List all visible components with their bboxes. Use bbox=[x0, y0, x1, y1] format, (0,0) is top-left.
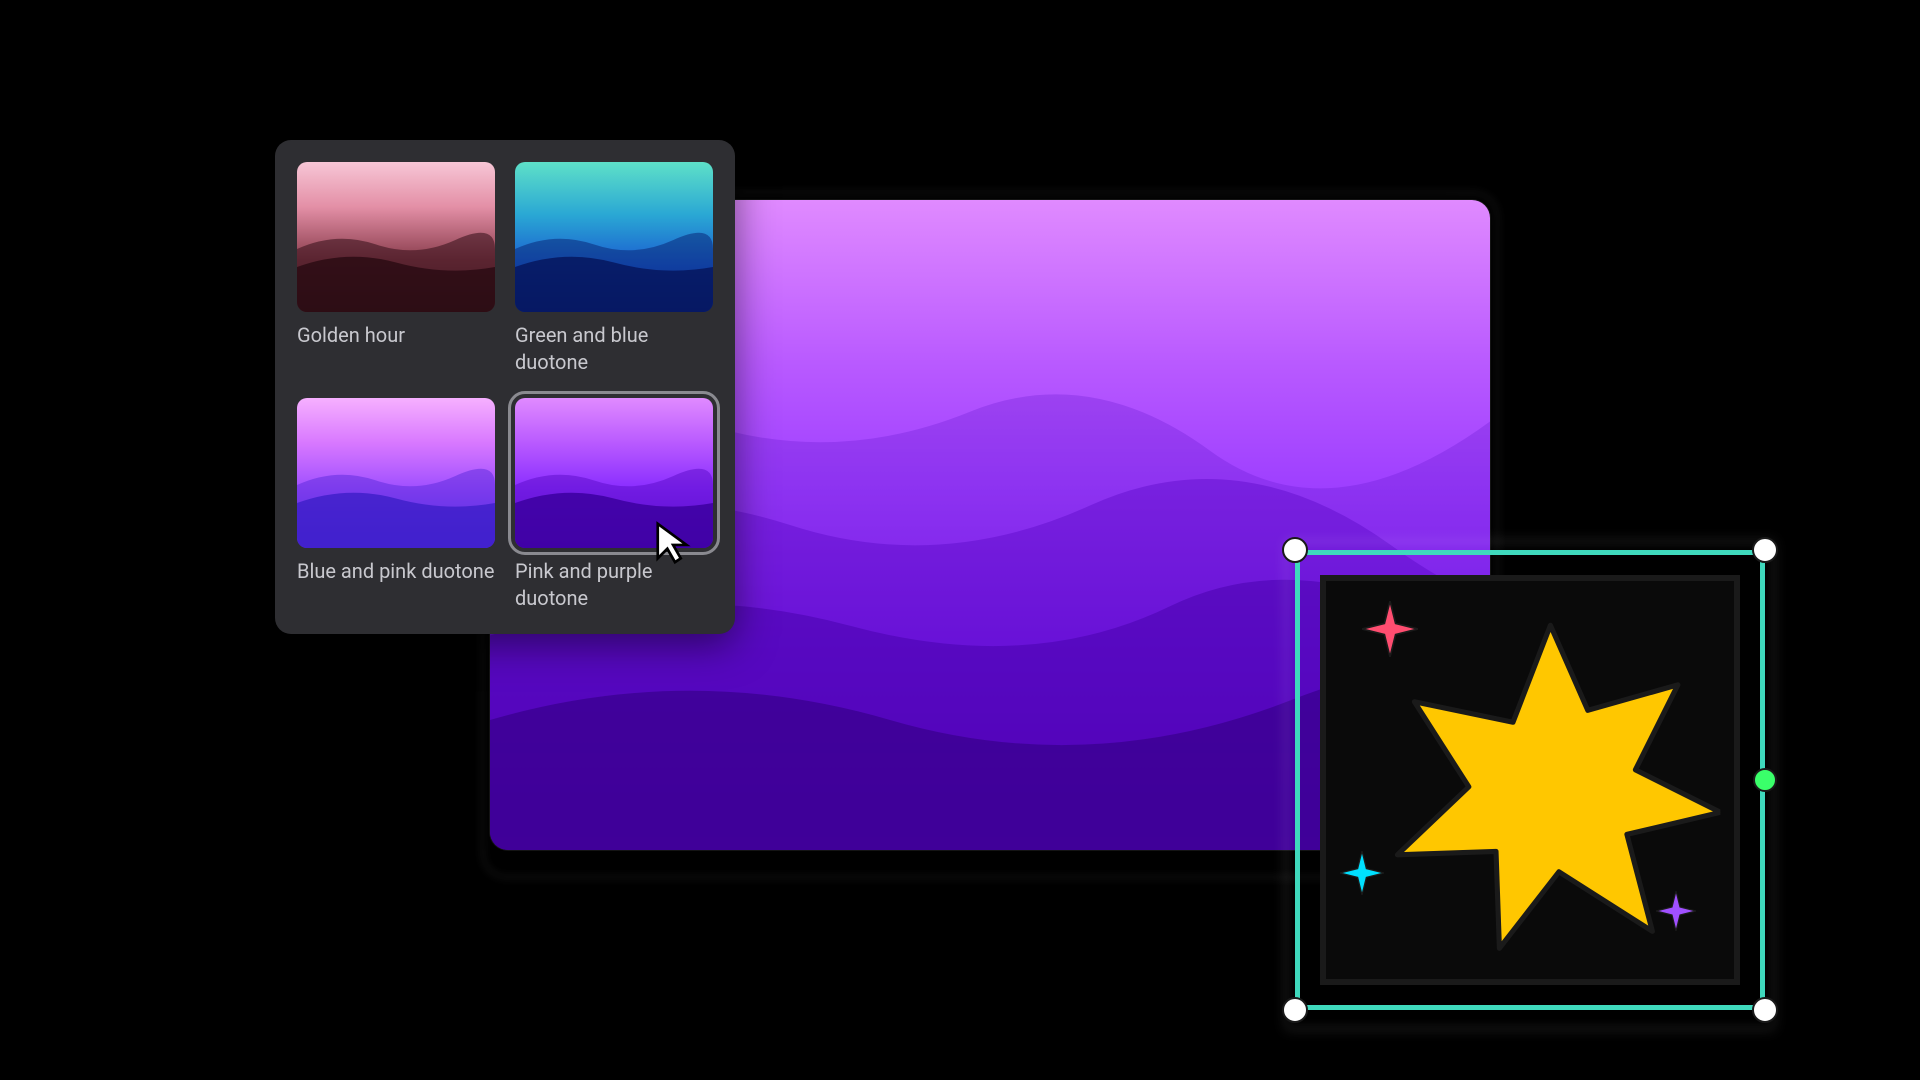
filter-label: Golden hour bbox=[297, 322, 495, 349]
cursor-icon bbox=[652, 520, 698, 566]
resize-handle-bottom-left[interactable] bbox=[1282, 997, 1308, 1023]
filter-label: Pink and purple duotone bbox=[515, 558, 713, 612]
resize-handle-top-left[interactable] bbox=[1282, 537, 1308, 563]
filter-option-green-blue[interactable]: Green and blue duotone bbox=[515, 162, 713, 376]
rotate-handle[interactable] bbox=[1753, 768, 1777, 792]
filter-option-blue-pink[interactable]: Blue and pink duotone bbox=[297, 398, 495, 612]
resize-handle-top-right[interactable] bbox=[1752, 537, 1778, 563]
mountain-ridge-icon bbox=[297, 222, 495, 312]
mountain-ridge-icon bbox=[297, 458, 495, 548]
filter-label: Green and blue duotone bbox=[515, 322, 713, 376]
mountain-ridge-icon bbox=[515, 222, 713, 312]
star-icon bbox=[1380, 617, 1720, 957]
filter-thumbnail bbox=[297, 398, 495, 548]
resize-handle-bottom-right[interactable] bbox=[1752, 997, 1778, 1023]
filter-option-pink-purple[interactable]: Pink and purple duotone bbox=[515, 398, 713, 612]
sparkle-icon bbox=[1340, 851, 1384, 895]
filter-label: Blue and pink duotone bbox=[297, 558, 495, 585]
filter-thumbnail bbox=[515, 162, 713, 312]
selection-bounding-box[interactable] bbox=[1295, 550, 1765, 1010]
filter-option-golden-hour[interactable]: Golden hour bbox=[297, 162, 495, 376]
selected-element[interactable] bbox=[1320, 575, 1740, 985]
filter-thumbnail bbox=[297, 162, 495, 312]
